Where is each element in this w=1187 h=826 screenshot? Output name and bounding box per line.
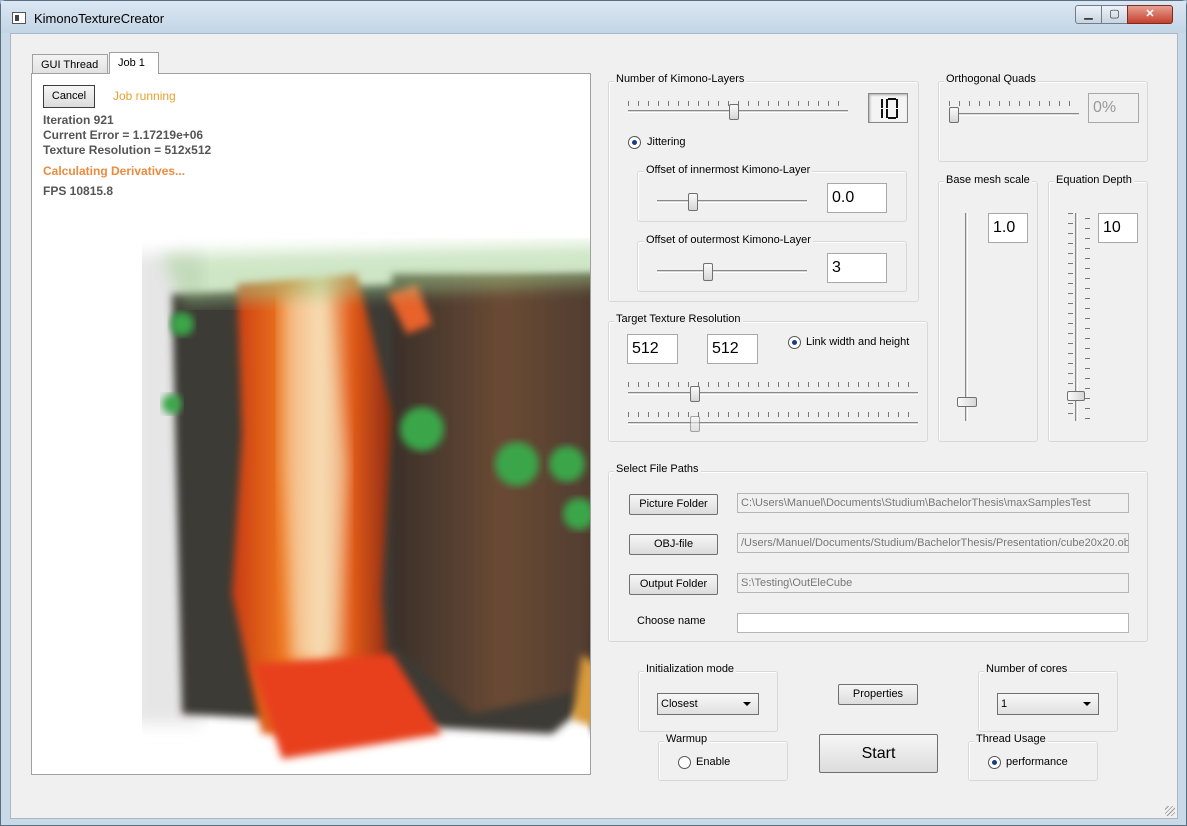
maximize-button[interactable]: ▢ [1101, 5, 1128, 24]
target-height-slider-handle[interactable] [689, 416, 700, 432]
link-width-height-radio[interactable] [788, 336, 801, 349]
base-mesh-scale-slider-handle[interactable] [957, 397, 977, 408]
tab-gui-thread[interactable]: GUI Thread [32, 54, 108, 74]
target-width-slider-track[interactable] [628, 392, 918, 395]
output-folder-path: S:\Testing\OutEleCube [737, 573, 1129, 593]
target-height-slider-track[interactable] [628, 422, 918, 425]
chevron-down-icon [743, 702, 751, 706]
minimize-button[interactable]: ▁ [1075, 5, 1102, 24]
job-phase-label: Calculating Derivatives... [43, 164, 186, 178]
iteration-label: Iteration 921 [43, 113, 114, 127]
init-mode-select[interactable]: Closest [657, 693, 759, 715]
orthogonal-quads-slider-track[interactable] [949, 113, 1079, 116]
target-height-field[interactable]: 512 [707, 334, 758, 364]
target-resolution-title: Target Texture Resolution [614, 313, 743, 325]
fps-label: FPS 10815.8 [43, 184, 114, 198]
orthogonal-quads-ticks [949, 101, 1079, 106]
equation-depth-field[interactable]: 10 [1098, 213, 1138, 243]
obj-file-path: /Users/Manuel/Documents/Studium/Bachelor… [737, 533, 1129, 553]
properties-button[interactable]: Properties [838, 684, 918, 705]
equation-depth-title: Equation Depth [1054, 174, 1134, 186]
lcd-digits [881, 98, 898, 119]
output-folder-button[interactable]: Output Folder [629, 574, 718, 595]
init-mode-title: Initialization mode [644, 663, 737, 675]
title-bar[interactable]: KimonoTextureCreator ▁ ▢ ✕ [1, 1, 1186, 33]
equation-depth-ticks-right [1085, 218, 1090, 426]
base-mesh-scale-field[interactable]: 1.0 [988, 213, 1028, 243]
base-mesh-scale-title: Base mesh scale [944, 174, 1032, 186]
orthogonal-quads-slider-handle[interactable] [949, 107, 959, 123]
performance-label: performance [1006, 756, 1068, 768]
current-error-label: Current Error = 1.17219e+06 [43, 128, 204, 142]
base-mesh-scale-slider-track[interactable] [965, 213, 968, 421]
inner-offset-field[interactable]: 0.0 [827, 183, 887, 213]
choose-name-input[interactable] [737, 613, 1129, 633]
cores-selected: 1 [1001, 698, 1008, 710]
cancel-job-button[interactable]: Cancel [43, 85, 95, 108]
jittering-label: Jittering [647, 136, 686, 148]
warmup-title: Warmup [664, 733, 710, 745]
target-width-field[interactable]: 512 [627, 334, 678, 364]
close-button[interactable]: ✕ [1127, 5, 1173, 24]
texture-resolution-label: Texture Resolution = 512x512 [43, 143, 212, 157]
chevron-down-icon [1083, 702, 1091, 706]
file-paths-title: Select File Paths [614, 463, 701, 475]
start-button[interactable]: Start [819, 734, 938, 773]
orthogonal-quads-field: 0% [1088, 93, 1139, 123]
warmup-enable-label: Enable [696, 756, 731, 768]
cores-select[interactable]: 1 [997, 693, 1099, 715]
target-width-ticks [628, 382, 918, 387]
target-width-slider-handle[interactable] [689, 386, 700, 402]
resize-grip-icon[interactable] [1165, 806, 1175, 816]
init-mode-selected: Closest [661, 698, 698, 710]
rendered-kimono-cube-image [142, 244, 590, 759]
target-height-ticks [628, 412, 918, 417]
outer-offset-slider-handle[interactable] [703, 263, 714, 281]
orthogonal-quads-title: Orthogonal Quads [944, 73, 1038, 85]
inner-offset-slider-track[interactable] [657, 200, 807, 203]
outer-offset-title: Offset of outermost Kimono-Layer [644, 234, 813, 246]
equation-depth-slider-handle[interactable] [1067, 391, 1085, 402]
performance-radio[interactable] [988, 756, 1001, 769]
equation-depth-slider-track[interactable] [1075, 213, 1078, 421]
outer-offset-slider-track[interactable] [657, 270, 807, 273]
jittering-radio[interactable] [628, 136, 641, 149]
warmup-enable-radio[interactable] [678, 756, 691, 769]
cores-title: Number of cores [984, 663, 1070, 675]
link-width-height-label: Link width and height [806, 336, 910, 348]
tab-job-1[interactable]: Job 1 [109, 52, 159, 74]
thread-usage-title: Thread Usage [974, 733, 1048, 745]
window-title: KimonoTextureCreator [34, 11, 165, 26]
obj-file-button[interactable]: OBJ-file [629, 534, 718, 555]
kimono-layers-slider-handle[interactable] [728, 104, 739, 120]
outer-offset-field[interactable]: 3 [827, 253, 887, 283]
picture-folder-path: C:\Users\Manuel\Documents\Studium\Bachel… [737, 493, 1129, 513]
kimono-layers-lcd-display [868, 93, 908, 123]
job-status-label: Job running [113, 89, 176, 103]
inner-offset-title: Offset of innermost Kimono-Layer [644, 164, 813, 176]
kimono-layers-title: Number of Kimono-Layers [614, 73, 747, 85]
choose-name-label: Choose name [637, 615, 706, 627]
equation-depth-ticks-left [1068, 213, 1073, 421]
picture-folder-button[interactable]: Picture Folder [629, 494, 718, 515]
inner-offset-slider-handle[interactable] [687, 193, 698, 211]
app-window: KimonoTextureCreator ▁ ▢ ✕ GUI Thread Jo… [0, 0, 1187, 826]
render-viewport[interactable]: Cancel Job running Iteration 921 Current… [31, 73, 591, 775]
app-window-icon [12, 12, 26, 24]
